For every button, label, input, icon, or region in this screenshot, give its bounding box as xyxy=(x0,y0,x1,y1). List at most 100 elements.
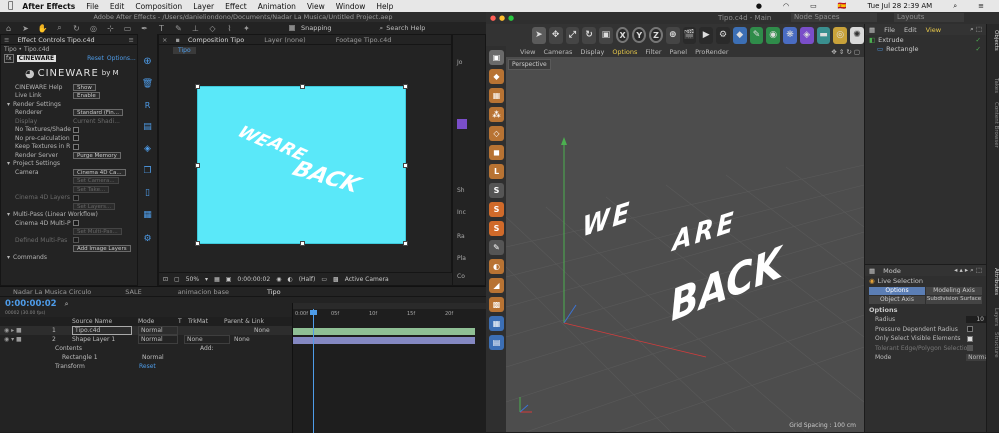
viewport-nav-icon[interactable]: ✥ ⇕ ↻ ▢ xyxy=(831,48,860,56)
col-t[interactable]: T xyxy=(178,318,188,325)
pan-behind-icon[interactable]: ⊹ xyxy=(106,24,115,33)
roto-tool-icon[interactable]: ⌇ xyxy=(225,24,234,33)
vtab-structure[interactable]: Structure xyxy=(988,332,999,358)
row-select[interactable]: Cinema 4D Ca... xyxy=(73,168,126,176)
comp-crumb[interactable]: Tipo xyxy=(173,46,196,54)
timecode[interactable]: 0:00:00:02 xyxy=(5,299,57,309)
vtab-content-browser[interactable]: Content Browser xyxy=(988,102,999,148)
attr-select[interactable]: Normal xyxy=(966,354,986,362)
effect-row[interactable]: Renderer Standard (Fin... xyxy=(1,109,137,118)
points-mode-icon[interactable]: ⁂ xyxy=(489,107,504,122)
vp-menu-view[interactable]: View xyxy=(520,48,535,56)
vtab-attributes[interactable]: Attributes xyxy=(988,268,999,295)
menu-window[interactable]: Window xyxy=(336,2,366,11)
menu-animation[interactable]: Animation xyxy=(258,2,296,11)
layer-mode[interactable]: Normal xyxy=(138,326,178,335)
sub-extra[interactable]: Normal xyxy=(142,354,164,361)
vp-menu-options[interactable]: Options xyxy=(612,48,637,56)
workplane-icon[interactable]: S xyxy=(489,202,504,217)
effect-row[interactable]: Render Server Purge Memory xyxy=(1,151,137,160)
make-editable-icon[interactable]: ▣ xyxy=(489,50,504,65)
row-button[interactable]: Purge Memory xyxy=(73,151,121,159)
group-toggle-icon[interactable]: ▾ xyxy=(7,254,10,261)
color-icon[interactable]: ◐ xyxy=(287,276,292,283)
snapping-toggle[interactable]: Snapping xyxy=(289,24,332,32)
texture-mode-icon[interactable]: ▦ xyxy=(489,88,504,103)
close-icon[interactable]: × xyxy=(162,36,167,44)
om-menu-file[interactable]: File xyxy=(884,26,895,34)
effect-row[interactable]: No Textures/Shade xyxy=(1,126,137,135)
om-menu-view[interactable]: View xyxy=(926,26,941,34)
row-button[interactable]: Show xyxy=(73,83,96,91)
roi-icon[interactable]: ▭ xyxy=(321,276,327,283)
group-toggle-icon[interactable]: ▾ xyxy=(7,211,10,218)
om-tools-icon[interactable]: ⌕ ⬚ xyxy=(970,25,982,34)
clock[interactable]: Tue Jul 28 2:39 AM xyxy=(867,2,932,10)
effect-row[interactable]: Display Current Shadi... xyxy=(1,117,137,126)
transparency-icon[interactable]: ▩ xyxy=(333,276,339,283)
attr-nav-icon[interactable]: ◂ ▴ ▸ ⌕ ⬚ xyxy=(954,266,982,275)
c4d-viewport[interactable]: Perspective WE ARE BACK Grid Spacing : 1… xyxy=(506,57,864,432)
cube-icon[interactable]: ◆ xyxy=(732,26,747,44)
paint-icon[interactable]: ▩ xyxy=(489,297,504,312)
effect-row[interactable]: Live Link Enable xyxy=(1,92,137,101)
playhead[interactable] xyxy=(313,309,314,433)
handle-b[interactable] xyxy=(300,241,305,246)
effect-row[interactable]: ▾ Commands xyxy=(1,253,137,262)
effect-row[interactable]: Keep Textures in R xyxy=(1,143,137,152)
scale-tool-icon[interactable]: ⤢ xyxy=(565,26,580,44)
copy-icon[interactable]: ❐ xyxy=(138,166,157,176)
object-name[interactable]: Rectangle xyxy=(886,45,918,53)
subdivision-icon[interactable]: ◉ xyxy=(766,26,781,44)
attr-row[interactable]: Mode Normal xyxy=(865,353,986,363)
camera-icon[interactable]: ◎ xyxy=(833,26,848,44)
layer-parent[interactable]: None xyxy=(254,327,270,334)
row-checkbox[interactable] xyxy=(73,237,79,244)
puppet-tool-icon[interactable]: ✦ xyxy=(242,24,251,33)
handle-t[interactable] xyxy=(300,84,305,89)
layer-trk[interactable]: None xyxy=(184,335,230,344)
vtab-layers[interactable]: Layers xyxy=(988,308,999,326)
timeline-search-icon[interactable]: ⌕ xyxy=(65,300,69,309)
settings-icon[interactable]: ⚙ xyxy=(138,234,157,244)
attr-checkbox[interactable] xyxy=(967,326,973,333)
row-checkbox[interactable] xyxy=(73,194,79,201)
apple-icon[interactable]:  xyxy=(8,1,13,11)
search-icon[interactable]: ⌕ xyxy=(953,2,957,11)
menu-layer[interactable]: Layer xyxy=(193,2,214,11)
effect-row[interactable]: Set Layers... xyxy=(1,202,137,211)
group-toggle-icon[interactable]: ▾ xyxy=(7,160,10,167)
move-tool-icon[interactable]: ✥ xyxy=(548,26,563,44)
menu-list-icon[interactable]: ≡ xyxy=(978,2,984,10)
tab-effect-controls[interactable]: Effect Controls Tipo.c4d xyxy=(17,36,94,44)
maximize-window-icon[interactable]: ● xyxy=(508,14,514,22)
layer-name[interactable]: Shape Layer 1 xyxy=(72,336,138,343)
fx-reset[interactable]: Reset xyxy=(87,55,104,62)
layers-icon[interactable]: ▤ xyxy=(138,122,157,132)
tweak-icon[interactable]: ✎ xyxy=(489,240,504,255)
rectangle-tool-icon[interactable]: ▭ xyxy=(123,24,132,33)
selection-tool-icon[interactable]: ➤ xyxy=(21,24,30,33)
mask-icon[interactable]: ▢ xyxy=(174,276,180,283)
row-button[interactable]: Set Camera... xyxy=(73,177,119,185)
sub-extra[interactable]: Add: xyxy=(200,345,214,352)
effect-row[interactable]: Cinema 4D Multi-P xyxy=(1,219,137,228)
handle-r[interactable] xyxy=(403,163,408,168)
fx-options[interactable]: Options... xyxy=(107,55,136,62)
attr-row[interactable]: Pressure Dependent Radius xyxy=(865,325,986,335)
om-menu-edit[interactable]: Edit xyxy=(904,26,917,34)
zoom-tool-icon[interactable]: ⌕ xyxy=(55,23,64,33)
chevron-down-icon[interactable]: ▾ xyxy=(205,276,208,283)
handle-br[interactable] xyxy=(403,241,408,246)
type-tool-icon[interactable]: T xyxy=(157,24,166,33)
menu-file[interactable]: File xyxy=(86,2,99,11)
vtab-objects[interactable]: Objects xyxy=(988,30,999,51)
fit-icon[interactable]: ⊡ xyxy=(163,276,168,283)
menu-composition[interactable]: Composition xyxy=(135,2,182,11)
flag-icon[interactable]: 🇪🇸 xyxy=(838,2,847,10)
tab-sale[interactable]: SALE xyxy=(125,288,141,296)
row-button[interactable]: Set Take... xyxy=(73,185,110,193)
attr-checkbox[interactable] xyxy=(967,335,973,342)
vp-menu-filter[interactable]: Filter xyxy=(645,48,661,56)
row-checkbox[interactable] xyxy=(73,143,79,150)
